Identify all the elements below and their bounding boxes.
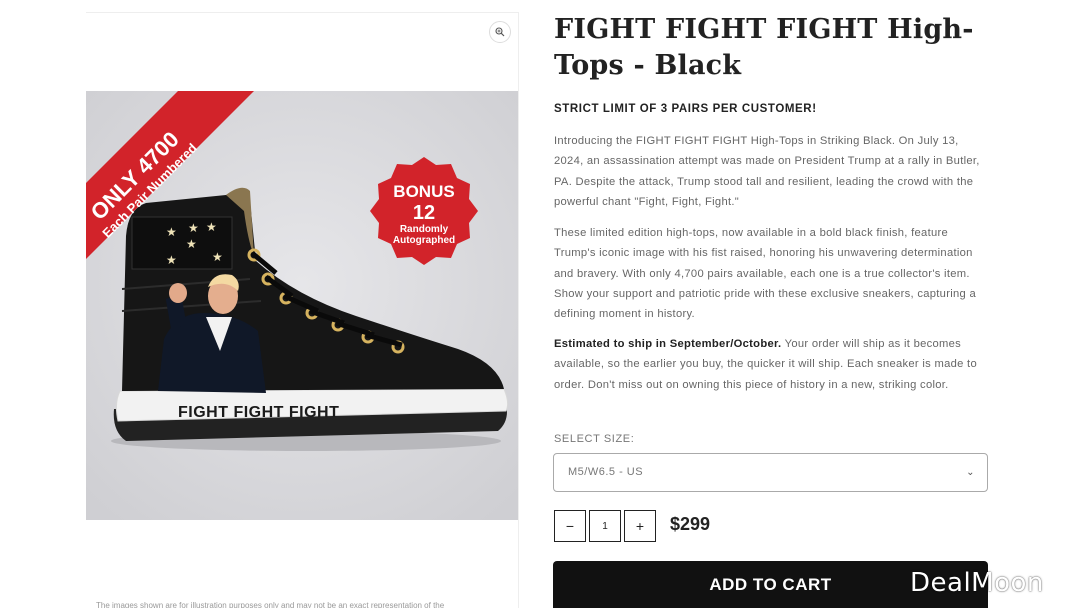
shipping-paragraph: Estimated to ship in September/October. … <box>554 334 988 395</box>
description-paragraph-1: Introducing the FIGHT FIGHT FIGHT High-T… <box>554 135 980 208</box>
product-price: $299 <box>670 514 711 534</box>
quantity-decrease-button[interactable]: − <box>554 510 586 542</box>
quantity-increase-button[interactable]: + <box>624 510 656 542</box>
size-label: SELECT SIZE: <box>554 433 635 445</box>
bonus-label: BONUS <box>393 182 454 201</box>
image-caption: The images shown are for illustration pu… <box>96 601 445 608</box>
svg-text:★: ★ <box>206 220 217 234</box>
zoom-button[interactable] <box>489 21 511 43</box>
sneaker-illustration: ★ ★ ★ ★ ★ ★ FIGHT FIGHT FIGHT ONLY 4700 … <box>86 91 518 520</box>
quantity-input[interactable]: 1 <box>589 510 621 542</box>
product-title: FIGHT FIGHT FIGHT High-Tops - Black <box>554 14 974 81</box>
bonus-number: 12 <box>413 202 435 224</box>
size-select-value: M5/W6.5 - US <box>568 466 644 478</box>
chevron-down-icon: ⌄ <box>966 467 975 478</box>
shoe-print-text: FIGHT FIGHT FIGHT <box>178 404 339 421</box>
product-image[interactable]: ★ ★ ★ ★ ★ ★ FIGHT FIGHT FIGHT ONLY 4700 … <box>86 91 518 520</box>
svg-text:★: ★ <box>166 253 177 267</box>
svg-text:★: ★ <box>188 221 199 235</box>
svg-text:★: ★ <box>186 237 197 251</box>
shipping-estimate: Estimated to ship in September/October. <box>554 338 782 350</box>
svg-text:★: ★ <box>166 225 177 239</box>
purchase-limit-notice: STRICT LIMIT OF 3 PAIRS PER CUSTOMER! <box>554 103 817 115</box>
zoom-icon <box>495 27 505 37</box>
watermark-logo: DealMoon <box>910 568 1044 598</box>
bonus-line-3: Randomly <box>400 224 449 235</box>
bonus-line-4: Autographed <box>393 235 455 246</box>
svg-text:★: ★ <box>212 250 223 264</box>
description-paragraph-2: These limited edition high-tops, now ava… <box>554 227 976 321</box>
size-select[interactable]: M5/W6.5 - US ⌄ <box>553 453 988 492</box>
